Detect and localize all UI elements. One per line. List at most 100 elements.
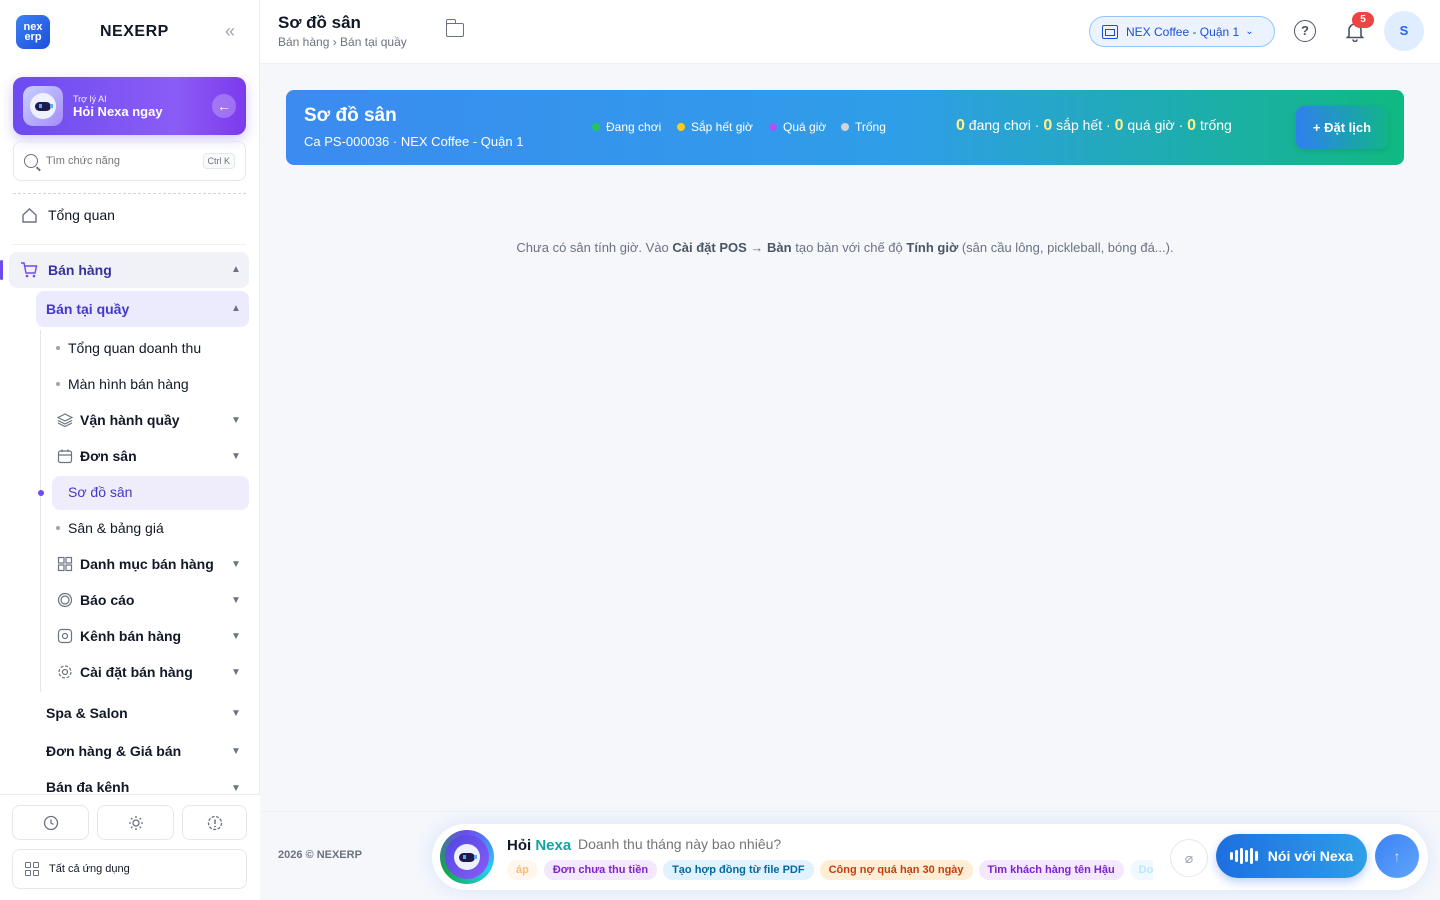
chevron-down-icon[interactable]: ▼ — [231, 783, 241, 794]
alert-button[interactable] — [182, 805, 247, 840]
footer: 2026 © NEXERP Hỏi Nexa ápĐơn chưa thu ti… — [260, 811, 1440, 900]
channel-icon — [56, 627, 74, 645]
paperclip-icon[interactable]: ⌀ — [1170, 839, 1208, 877]
user-avatar[interactable]: S — [1384, 11, 1424, 51]
chevron-down-icon[interactable]: ▼ — [231, 708, 241, 719]
suggestion-chip[interactable]: Công nợ quá hạn 30 ngày — [819, 860, 973, 880]
app-root: nex erp NEXERP « Trợ lý AI Hỏi Nexa ngay… — [0, 0, 1440, 900]
theme-button[interactable] — [97, 805, 174, 840]
layers-icon — [56, 411, 74, 429]
nav-group-orders-pricing[interactable]: Đơn hàng & Giá bán — [46, 741, 181, 761]
history-button[interactable] — [12, 805, 89, 840]
overdue-count: 0 — [1114, 117, 1124, 134]
grid-icon — [56, 555, 74, 573]
nav-item-court-map[interactable]: Sơ đồ sân — [68, 482, 132, 502]
suggestion-chip[interactable]: áp — [507, 860, 538, 880]
suggestion-chip[interactable]: Tìm khách hàng tên Hậu — [978, 860, 1124, 880]
tables-link: Bàn — [767, 240, 792, 255]
search-shortcut: Ctrl K — [202, 153, 235, 169]
chevron-down-icon[interactable]: ▼ — [231, 415, 241, 426]
ask-nexa-input[interactable] — [578, 836, 878, 852]
branch-selector[interactable]: NEX Coffee - Quận 1 ⌄ — [1089, 16, 1275, 47]
empty-state-message: Chưa có sân tính giờ. Vào Cài đặt POS → … — [286, 240, 1404, 255]
ai-assistant-card[interactable]: Trợ lý AI Hỏi Nexa ngay ← — [13, 77, 246, 135]
all-apps-button[interactable]: Tất cả ứng dụng — [12, 849, 247, 889]
send-arrow-icon[interactable]: ↑ — [1375, 834, 1419, 878]
arrow-left-icon[interactable]: ← — [212, 94, 236, 118]
nav-item-court-orders[interactable]: Đơn sân — [56, 446, 137, 466]
ask-prefix: Hỏi — [507, 837, 532, 854]
nav-item-courts-prices[interactable]: Sân & bảng giá — [56, 518, 164, 538]
sidebar: nex erp NEXERP « Trợ lý AI Hỏi Nexa ngay… — [0, 0, 260, 900]
nav-subgroup-counter[interactable]: Bán tại quầy — [46, 299, 129, 319]
store-icon — [1102, 24, 1118, 39]
chevron-down-icon[interactable]: ▼ — [231, 451, 241, 462]
bullet-icon — [56, 382, 60, 386]
legend-label: Quá giờ — [783, 120, 827, 134]
empty-text: Chưa có sân tính giờ. Vào — [516, 240, 673, 255]
suggestion-chips: áp Đơn chưa thu tiền Tạo hợp đồng từ file … — [507, 860, 1153, 880]
cart-icon — [20, 261, 38, 279]
suggestion-chip[interactable]: Tạo hợp đồng từ file PDF — [663, 860, 814, 880]
robot-avatar-icon — [23, 86, 63, 126]
notification-count-badge: 5 — [1352, 12, 1374, 28]
feature-search-input[interactable] — [46, 155, 186, 167]
talk-to-nexa-label: Nói với Nexa — [1267, 848, 1354, 864]
chevron-down-icon[interactable]: ▼ — [231, 559, 241, 570]
book-court-button[interactable]: + Đặt lịch — [1296, 106, 1388, 149]
breadcrumb[interactable]: Bán hàng › Bán tại quầy — [278, 35, 407, 49]
talk-to-nexa-button[interactable]: Nói với Nexa — [1216, 834, 1367, 878]
playing-label: đang chơi — [968, 117, 1031, 133]
feature-search[interactable]: Ctrl K — [13, 141, 246, 181]
status-dot-icon — [769, 123, 777, 131]
banner-subtitle: Ca PS-000036 · NEX Coffee - Quận 1 — [304, 134, 524, 149]
chevron-down-icon[interactable]: ▼ — [231, 595, 241, 606]
nav-item-sales-screen[interactable]: Màn hình bán hàng — [56, 374, 189, 394]
chevron-up-icon[interactable]: ▲ — [231, 303, 241, 314]
nav-item-label: Báo cáo — [80, 592, 135, 608]
nav-overview[interactable]: Tổng quan — [20, 205, 115, 225]
banner-title: Sơ đồ sân — [304, 105, 397, 126]
overdue-label: quá giờ — [1127, 117, 1175, 133]
ending-label: sắp hết — [1056, 117, 1103, 133]
chevron-down-icon[interactable]: ▼ — [231, 667, 241, 678]
nav-group-sales[interactable]: Bán hàng — [20, 260, 112, 280]
copyright: 2026 © NEXERP — [278, 849, 362, 861]
nav-item-label: Màn hình bán hàng — [68, 376, 189, 392]
nav-item-sales-settings[interactable]: Cài đặt bán hàng — [56, 662, 193, 682]
nav-item-label: Kênh bán hàng — [80, 628, 182, 644]
legend-label: Đang chơi — [606, 120, 662, 134]
robot-icon — [454, 844, 480, 870]
nav-group-omnichannel[interactable]: Bán đa kênh — [46, 779, 129, 794]
chevron-up-icon[interactable]: ▲ — [231, 264, 241, 275]
bullet-icon — [56, 346, 60, 350]
alert-icon — [207, 815, 222, 830]
help-icon[interactable]: ? — [1294, 20, 1316, 42]
nav-item-reports[interactable]: Báo cáo — [56, 590, 134, 610]
folder-icon[interactable] — [445, 19, 464, 37]
logo-line-2: erp — [24, 31, 42, 43]
nexerp-logo: nex erp — [16, 15, 50, 49]
nav-item-counter-operations[interactable]: Vận hành quầy — [56, 410, 180, 430]
calendar-icon — [56, 447, 74, 465]
suggestion-chip[interactable]: Đơn chưa thu tiền — [543, 860, 658, 880]
nav-item-sales-channels[interactable]: Kênh bán hàng — [56, 626, 181, 646]
home-icon — [20, 206, 38, 224]
chevron-down-icon[interactable]: ▼ — [231, 631, 241, 642]
pos-settings-link: Cài đặt POS — [672, 240, 747, 255]
chevron-down-icon[interactable]: ▼ — [231, 746, 241, 757]
gear-icon — [56, 663, 74, 681]
nav-item-revenue-overview[interactable]: Tổng quan doanh thu — [56, 338, 201, 358]
suggestion-chip[interactable]: Do — [1129, 860, 1153, 880]
bullet-icon — [56, 526, 60, 530]
active-indicator — [0, 260, 3, 280]
nav-group-spa-salon[interactable]: Spa & Salon — [46, 703, 128, 723]
nexa-avatar[interactable] — [440, 830, 494, 884]
nav-item-sales-catalog[interactable]: Danh mục bán hàng — [56, 554, 214, 574]
playing-count: 0 — [956, 117, 965, 134]
collapse-sidebar-icon[interactable]: « — [218, 20, 242, 44]
nav-item-label: Vận hành quầy — [80, 412, 180, 428]
nav-item-label: Cài đặt bán hàng — [80, 664, 193, 680]
brand[interactable]: nex erp NEXERP « — [16, 14, 248, 50]
sun-icon — [128, 815, 143, 830]
